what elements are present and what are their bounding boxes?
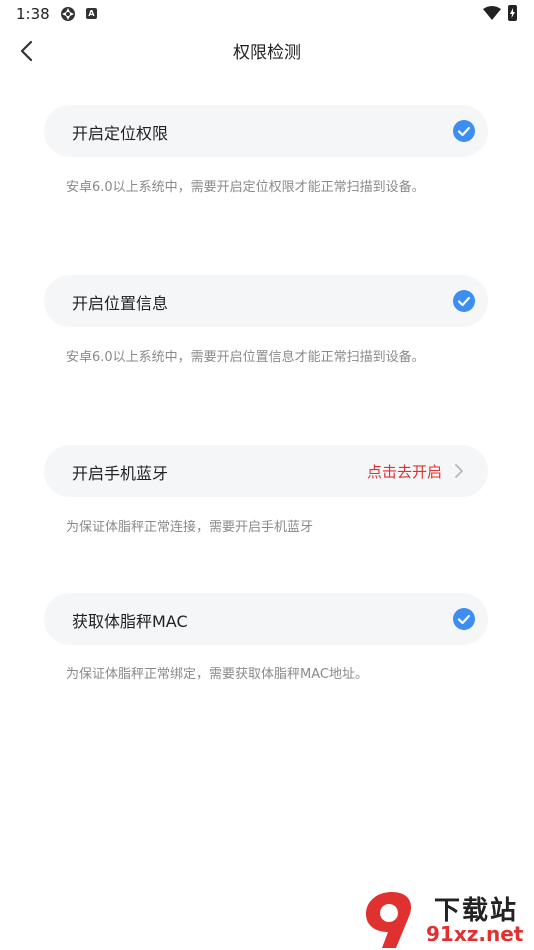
permission-label: 开启手机蓝牙 [72,464,169,483]
permission-label: 开启位置信息 [72,294,169,313]
watermark-logo: 下载站 91xz.net [362,888,534,950]
watermark-9-icon [366,892,412,948]
permission-description: 安卓6.0以上系统中，需要开启位置信息才能正常扫描到设备。 [66,350,425,365]
enable-bluetooth-label: 点击去开启 [366,462,442,481]
wifi-icon [483,6,501,20]
permission-item-bluetooth[interactable]: 开启手机蓝牙 点击去开启 [44,445,488,497]
loader-icon [61,7,75,21]
enable-bluetooth-button[interactable]: 点击去开启 [367,445,464,497]
permission-item-position-info[interactable]: 开启位置信息 [44,275,488,327]
permission-item-location[interactable]: 开启定位权限 [44,105,488,157]
battery-icon [508,5,517,21]
check-circle-icon [453,290,475,312]
permission-description: 安卓6.0以上系统中，需要开启定位权限才能正常扫描到设备。 [66,180,425,195]
check-circle-icon [453,120,475,142]
charging-icon [510,8,515,18]
notification-a-icon: A [86,8,97,19]
status-time: 1:38 [16,5,50,23]
nav-bar: 权限检测 [0,28,534,72]
permission-item-mac[interactable]: 获取体脂秤MAC [44,593,488,645]
chevron-right-icon [455,464,463,478]
permission-description: 为保证体脂秤正常绑定，需要获取体脂秤MAC地址。 [66,667,368,682]
permission-description: 为保证体脂秤正常连接，需要开启手机蓝牙 [66,520,314,535]
check-circle-icon [453,608,475,630]
permission-label: 开启定位权限 [72,124,169,143]
status-bar: 1:38 A [0,0,534,28]
watermark-bottom-text: 91xz.net [426,922,524,946]
permission-label: 获取体脂秤MAC [72,612,188,631]
page-title: 权限检测 [233,43,301,63]
